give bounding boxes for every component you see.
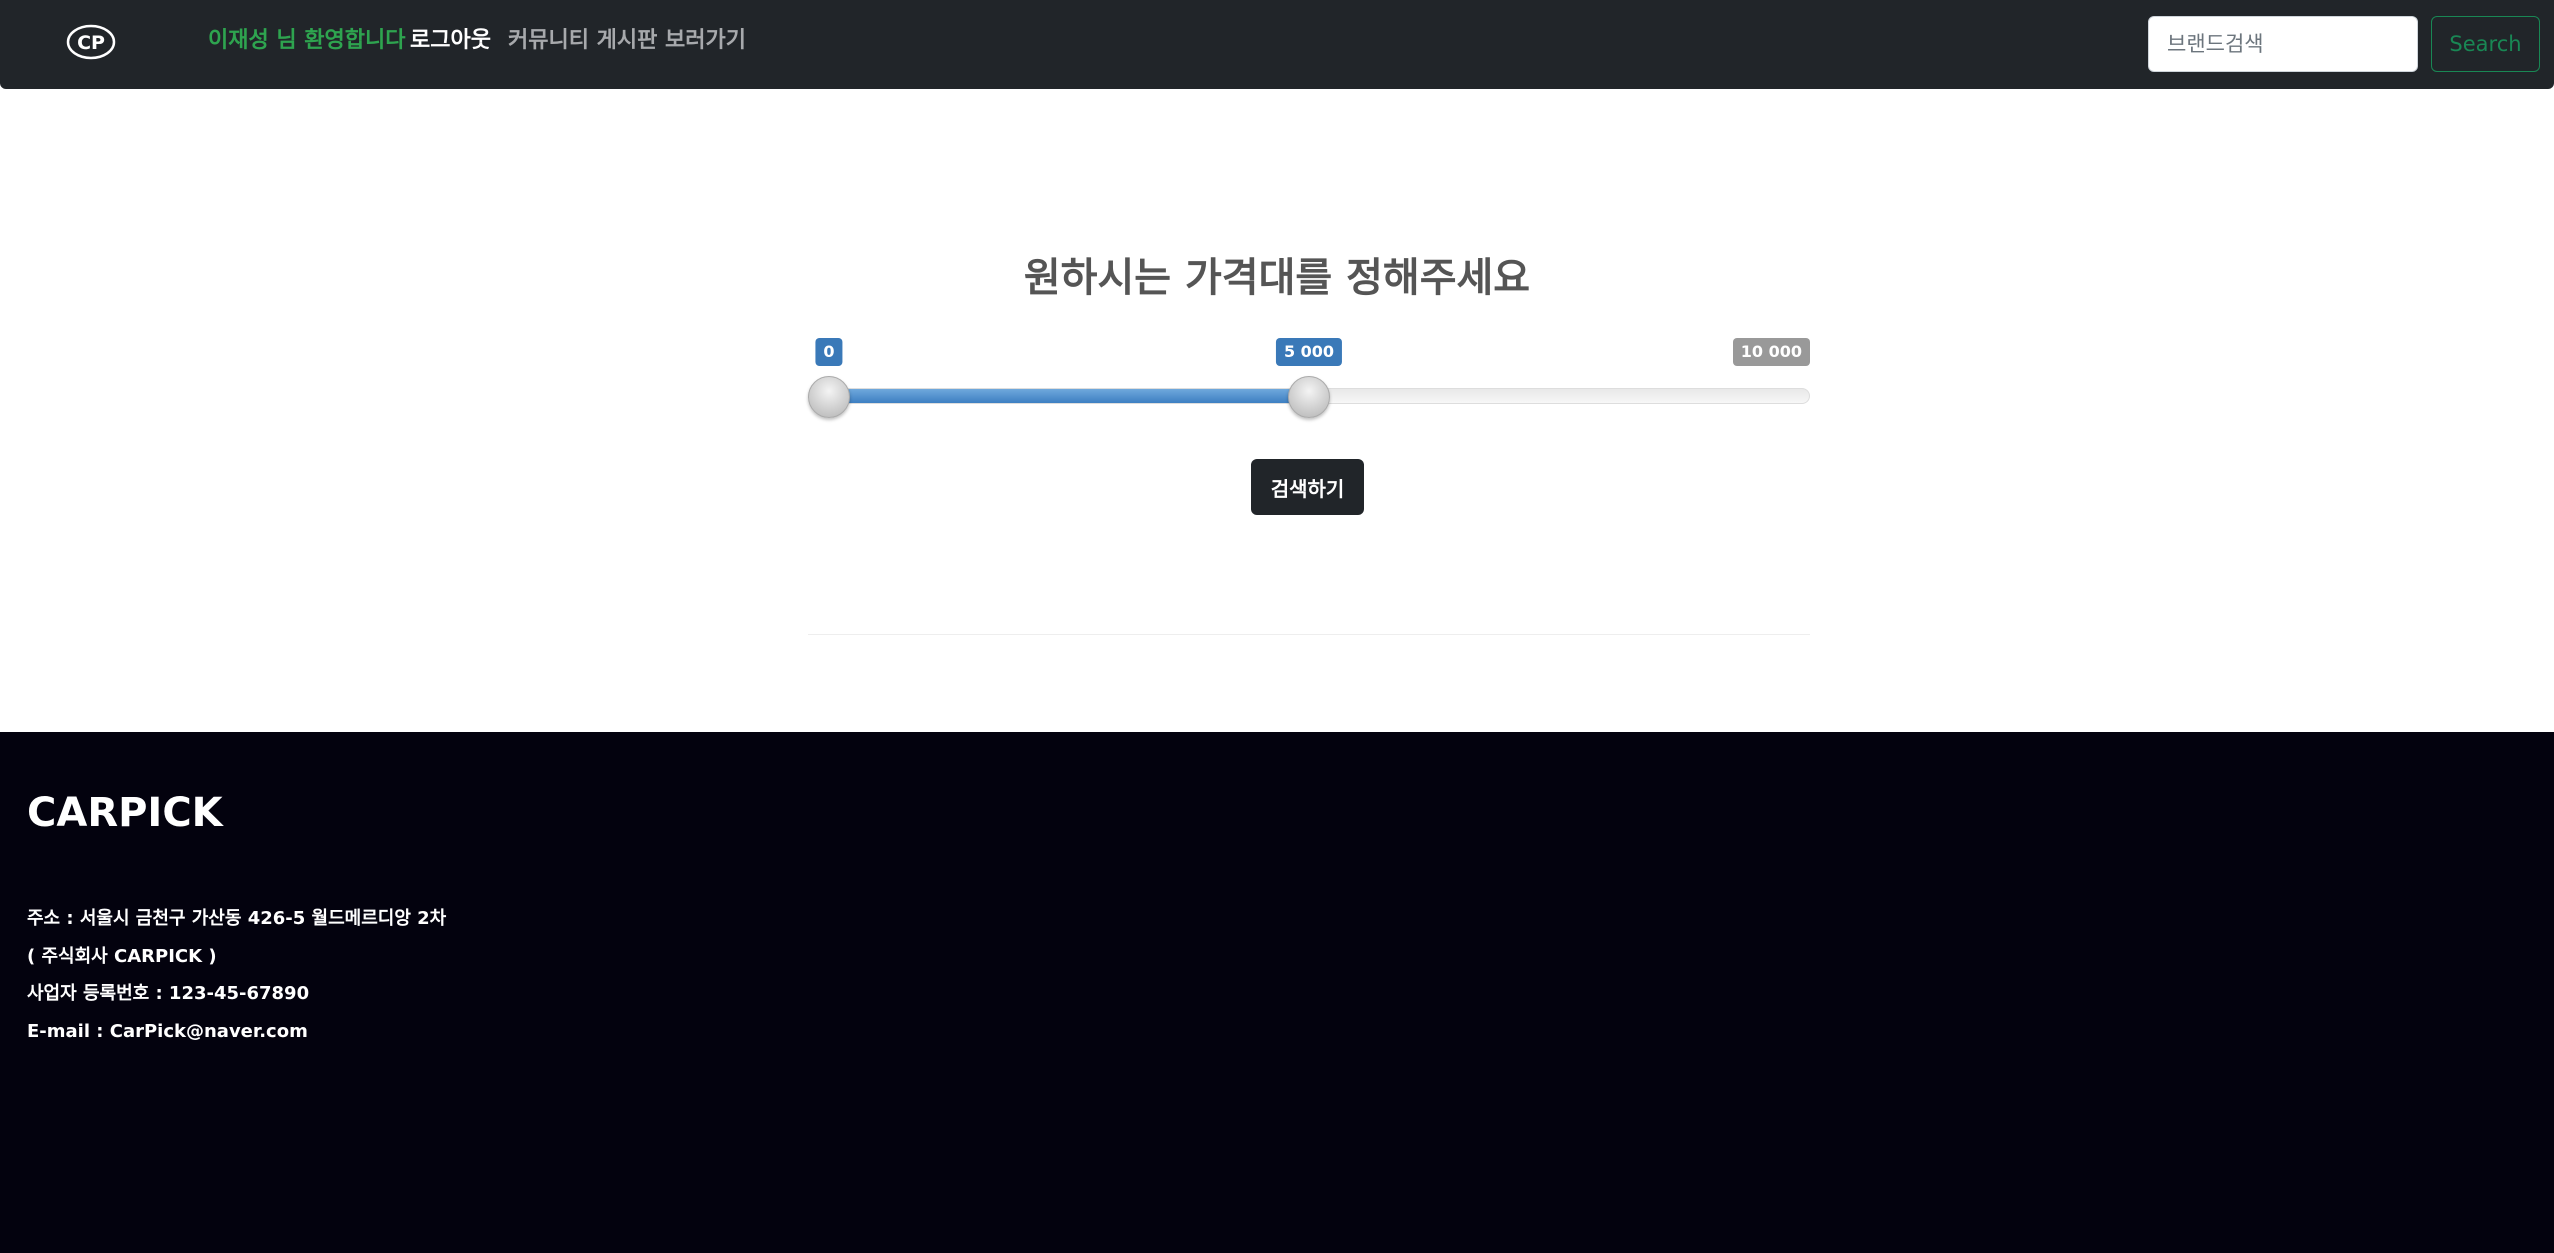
max-value-label: 5 000 xyxy=(1275,338,1343,366)
page-title: 원하시는 가격대를 정해주세요 xyxy=(1023,255,1531,301)
brand-search-input[interactable] xyxy=(2148,16,2418,72)
footer-company: ( 주식회사 CARPICK ) xyxy=(27,946,217,967)
welcome-message: 이재성 님 환영합니다 xyxy=(208,28,406,53)
search-submit-button[interactable]: 검색하기 xyxy=(1251,459,1364,515)
section-divider xyxy=(808,634,1810,635)
min-value-label: 0 xyxy=(815,338,843,366)
footer-business-number: 사업자 등록번호 : 123-45-67890 xyxy=(27,983,310,1004)
price-range-slider[interactable]: 0 5 000 10 000 xyxy=(808,336,1810,426)
search-button[interactable]: Search xyxy=(2431,16,2540,72)
top-navbar: CP 이재성 님 환영합니다 로그아웃 커뮤니티 게시판 보러가기 Search xyxy=(0,0,2554,89)
footer-email: E-mail : CarPick@naver.com xyxy=(27,1021,308,1042)
footer-brand: CARPICK xyxy=(27,790,223,836)
cp-logo-icon[interactable]: CP xyxy=(66,22,116,62)
max-slider-handle[interactable] xyxy=(1288,376,1330,418)
logo-text: CP xyxy=(77,32,105,54)
range-max-label: 10 000 xyxy=(1732,338,1810,366)
footer: CARPICK 주소 : 서울시 금천구 가산동 426-5 월드메르디앙 2차… xyxy=(0,732,2554,1253)
slider-selected-range xyxy=(809,389,1310,403)
footer-address: 주소 : 서울시 금천구 가산동 426-5 월드메르디앙 2차 xyxy=(27,908,447,929)
logout-link[interactable]: 로그아웃 xyxy=(410,26,491,56)
community-board-link[interactable]: 커뮤니티 게시판 보러가기 xyxy=(508,26,746,56)
min-slider-handle[interactable] xyxy=(808,376,850,418)
